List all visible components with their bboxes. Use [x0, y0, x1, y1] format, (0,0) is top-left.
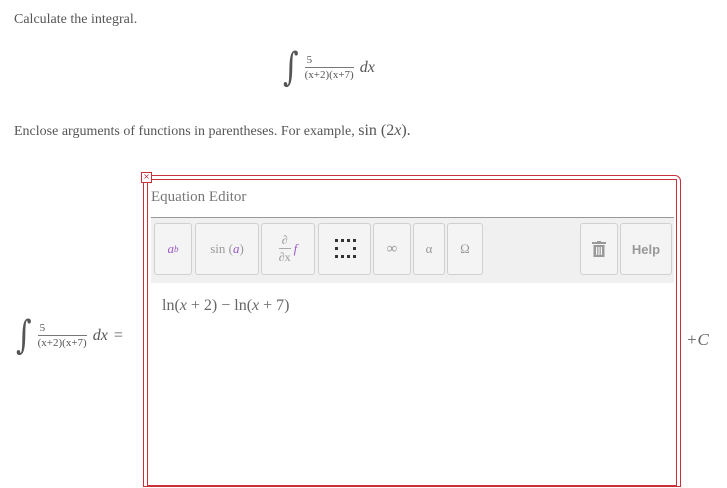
- function-arg: a: [232, 241, 240, 256]
- power-button[interactable]: ab: [154, 223, 192, 275]
- equation-editor: Equation Editor ab sin (a) ∂ ∂x f ∞ α Ω …: [151, 183, 674, 485]
- answer-integral-expression: ∫ 5 (x+2)(x+7) dx =: [16, 313, 123, 359]
- infinity-icon: ∞: [386, 240, 398, 257]
- function-button[interactable]: sin (a): [195, 223, 259, 275]
- numerator: 5: [39, 322, 46, 334]
- infinity-button[interactable]: ∞: [373, 223, 411, 275]
- alpha-icon: α: [425, 241, 433, 256]
- constant-of-integration: +C: [686, 330, 709, 349]
- instruction-text: Enclose arguments of functions in parent…: [14, 122, 411, 140]
- editor-toolbar: ab sin (a) ∂ ∂x f ∞ α Ω Help: [151, 217, 674, 283]
- differential: dx: [92, 326, 108, 344]
- question-prompt: Calculate the integral.: [14, 12, 138, 27]
- differential: dx: [359, 58, 375, 76]
- numerator: 5: [306, 54, 313, 66]
- integrand-fraction: 5 (x+2)(x+7): [304, 54, 354, 81]
- derivative-button[interactable]: ∂ ∂x f: [261, 223, 315, 275]
- instruction-example: sin (2x).: [358, 122, 411, 139]
- clear-button[interactable]: [580, 223, 618, 275]
- derivative-fn: f: [293, 241, 298, 256]
- power-exponent: b: [174, 244, 179, 254]
- denominator: (x+2)(x+7): [37, 335, 87, 349]
- matrix-button[interactable]: [318, 223, 371, 275]
- answer-expression: ln(x + 2) − ln(x + 7): [162, 297, 290, 314]
- function-name: sin: [210, 241, 226, 256]
- answer-input[interactable]: ln(x + 2) − ln(x + 7): [151, 283, 674, 483]
- instruction-body: Enclose arguments of functions in parent…: [14, 124, 355, 139]
- omega-icon: Ω: [460, 241, 470, 256]
- close-icon[interactable]: ×: [141, 172, 152, 183]
- integrand-fraction: 5 (x+2)(x+7): [37, 322, 87, 349]
- trash-icon: [592, 241, 606, 257]
- denominator: (x+2)(x+7): [304, 67, 354, 81]
- matrix-icon: [334, 239, 356, 258]
- help-button[interactable]: Help: [620, 223, 672, 275]
- derivative-fraction: ∂ ∂x: [278, 233, 291, 264]
- integral-sign: ∫: [16, 312, 32, 359]
- editor-title: Equation Editor: [151, 189, 247, 205]
- integral-expression: ∫ 5 (x+2)(x+7) dx: [283, 45, 375, 91]
- symbols-button[interactable]: Ω: [447, 223, 483, 275]
- equals-sign: =: [113, 326, 123, 344]
- integral-sign: ∫: [283, 44, 299, 91]
- greek-button[interactable]: α: [413, 223, 445, 275]
